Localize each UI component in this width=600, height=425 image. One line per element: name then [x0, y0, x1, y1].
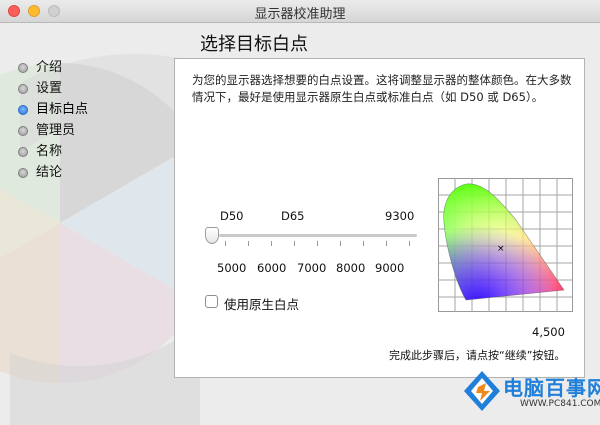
- step-dot-icon: [18, 63, 28, 73]
- step-dot-icon: [18, 126, 28, 136]
- slider-scale-7000: 7000: [297, 261, 327, 275]
- slider-label-d50: D50: [220, 209, 244, 223]
- slider-scale-8000: 8000: [336, 261, 366, 275]
- native-white-point-label[interactable]: 使用原生白点: [224, 294, 299, 313]
- page-description: 为您的显示器选择想要的白点设置。这将调整显示器的整体颜色。在大多数情况下，最好是…: [192, 73, 572, 104]
- gamut-value-label: 4,500: [532, 325, 565, 339]
- step-dot-active-icon: [18, 105, 28, 115]
- step-dot-icon: [18, 168, 28, 178]
- sidebar-item-label: 介绍: [36, 60, 63, 75]
- sidebar-item-setup[interactable]: 设置: [18, 79, 88, 100]
- content-panel: 为您的显示器选择想要的白点设置。这将调整显示器的整体颜色。在大多数情况下，最好是…: [174, 58, 585, 378]
- sidebar-item-label: 目标白点: [36, 102, 89, 117]
- sidebar-item-label: 名称: [36, 144, 63, 159]
- sidebar-nav: 介绍 设置 目标白点 管理员 名称 结论: [18, 58, 88, 184]
- watermark-brand: 电脑百事网: [503, 376, 600, 400]
- white-point-marker: ×: [497, 244, 505, 254]
- slider-tick: [340, 241, 341, 246]
- sidebar-item-intro[interactable]: 介绍: [18, 58, 88, 79]
- sidebar-item-label: 设置: [36, 81, 63, 96]
- slider-scale-9000: 9000: [375, 261, 405, 275]
- step-dot-icon: [18, 147, 28, 157]
- slider-tick: [225, 241, 226, 246]
- slider-scale-6000: 6000: [257, 261, 287, 275]
- slider-tick: [271, 241, 272, 246]
- sidebar-item-admin[interactable]: 管理员: [18, 121, 88, 142]
- window-title: 显示器校准助理: [254, 7, 346, 22]
- page-title: 选择目标白点: [200, 34, 308, 55]
- white-point-slider-thumb[interactable]: [205, 227, 219, 244]
- site-logo-icon: [464, 371, 500, 411]
- step-dot-icon: [18, 84, 28, 94]
- native-white-point-checkbox[interactable]: [205, 295, 218, 308]
- chromaticity-gamut-chart: ×: [438, 178, 573, 312]
- footer-instruction: 完成此步骤后，请点按“继续”按钮。: [389, 349, 566, 362]
- slider-tick: [248, 241, 249, 246]
- slider-scale-5000: 5000: [217, 261, 247, 275]
- slider-tick: [409, 241, 410, 246]
- slider-tick: [363, 241, 364, 246]
- sidebar-item-label: 管理员: [36, 123, 76, 138]
- sidebar-item-conclusion[interactable]: 结论: [18, 163, 88, 184]
- slider-tick: [294, 241, 295, 246]
- slider-tick: [386, 241, 387, 246]
- slider-tick: [317, 241, 318, 246]
- slider-label-d65: D65: [281, 209, 305, 223]
- sidebar-item-name[interactable]: 名称: [18, 142, 88, 163]
- title-bar: 显示器校准助理: [0, 0, 600, 23]
- slider-label-9300: 9300: [385, 209, 415, 223]
- white-point-slider-track[interactable]: [219, 234, 417, 237]
- sidebar-item-target-white-point[interactable]: 目标白点: [18, 100, 88, 121]
- watermark-url: WWW.PC841.COM: [520, 399, 600, 409]
- sidebar-item-label: 结论: [36, 165, 63, 180]
